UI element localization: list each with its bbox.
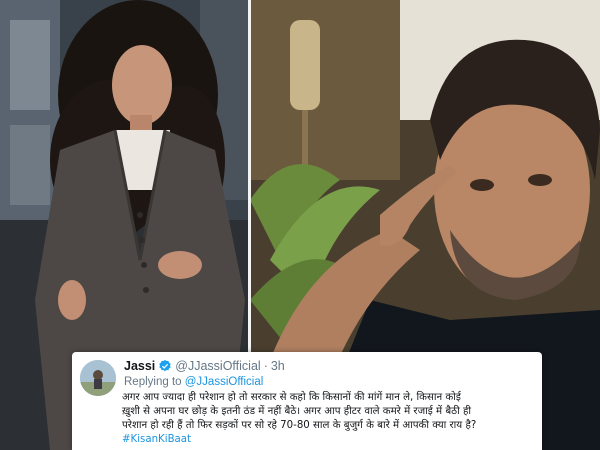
replying-label: Replying to	[124, 376, 182, 388]
author-name[interactable]: Jassi	[124, 358, 155, 374]
tweet-header: Jassi @JJassiOfficial · 3h	[124, 358, 532, 374]
avatar[interactable]	[80, 360, 116, 396]
tweet-card[interactable]: Jassi @JJassiOfficial · 3h Replying to @…	[72, 352, 542, 450]
tweet-text-line: परेशान हो रही हैं तो फिर सड़कों पर सो रह…	[122, 420, 477, 431]
tweet-text-line: अगर आप ज्यादा ही परेशान हो तो सरकार से क…	[122, 392, 461, 403]
author-handle[interactable]: @JJassiOfficial	[175, 358, 260, 374]
hashtag-link[interactable]: #KisanKiBaat	[122, 433, 542, 447]
replying-mention-link[interactable]: @JJassiOfficial	[185, 376, 264, 388]
avatar-image	[80, 360, 116, 396]
tweet-timestamp[interactable]: 3h	[271, 358, 285, 374]
separator-dot: ·	[263, 359, 268, 373]
tweet-text-line: ख़ुशी से अपना घर छोड़ के इतनी ठंड में नह…	[122, 406, 472, 417]
verified-badge-icon	[159, 359, 171, 372]
tweet-text: अगर आप ज्यादा ही परेशान हो तो सरकार से क…	[122, 391, 542, 447]
tweet-body: Jassi @JJassiOfficial · 3h Replying to @…	[122, 358, 532, 447]
replying-to-line: Replying to @JJassiOfficial	[124, 375, 532, 390]
